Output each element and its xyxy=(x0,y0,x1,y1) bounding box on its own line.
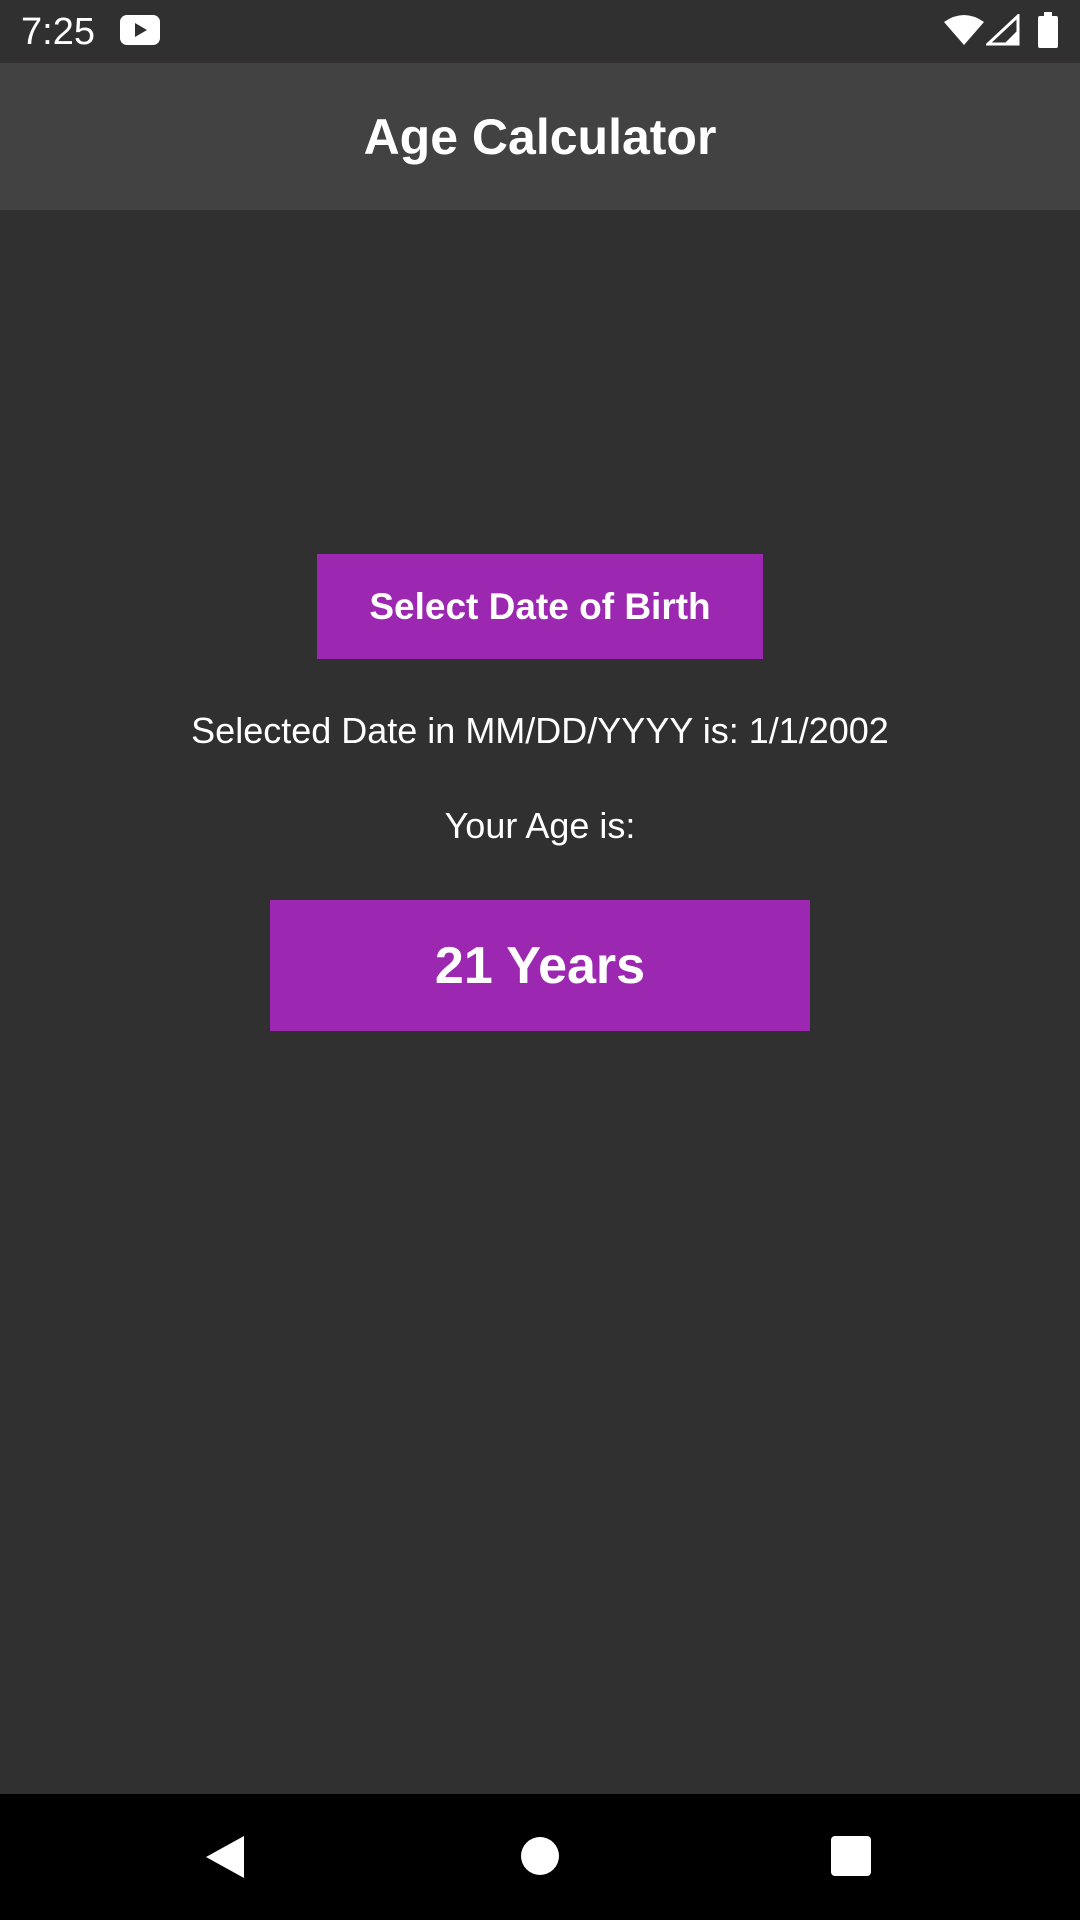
signal-icon xyxy=(986,14,1020,46)
navigation-bar xyxy=(0,1794,1080,1920)
status-time: 7:25 xyxy=(21,11,95,53)
age-value: 21 Years xyxy=(434,936,646,995)
app-title: Age Calculator xyxy=(363,109,717,165)
wifi-icon xyxy=(944,15,984,45)
select-date-of-birth-button[interactable]: Select Date of Birth xyxy=(317,554,763,659)
youtube-icon xyxy=(120,15,160,45)
battery-icon xyxy=(1038,12,1058,48)
selected-date-text: Selected Date in MM/DD/YYYY is: 1/1/2002 xyxy=(191,710,889,751)
age-result: 21 Years xyxy=(270,900,810,1031)
status-bar: 7:25 xyxy=(0,0,1080,63)
home-icon[interactable] xyxy=(520,1836,560,1876)
app-bar: Age Calculator xyxy=(0,63,1080,210)
back-icon[interactable] xyxy=(204,1834,246,1880)
recents-icon[interactable] xyxy=(831,1836,871,1876)
main-content: Select Date of Birth Selected Date in MM… xyxy=(0,210,1080,1794)
age-label: Your Age is: xyxy=(444,805,636,846)
